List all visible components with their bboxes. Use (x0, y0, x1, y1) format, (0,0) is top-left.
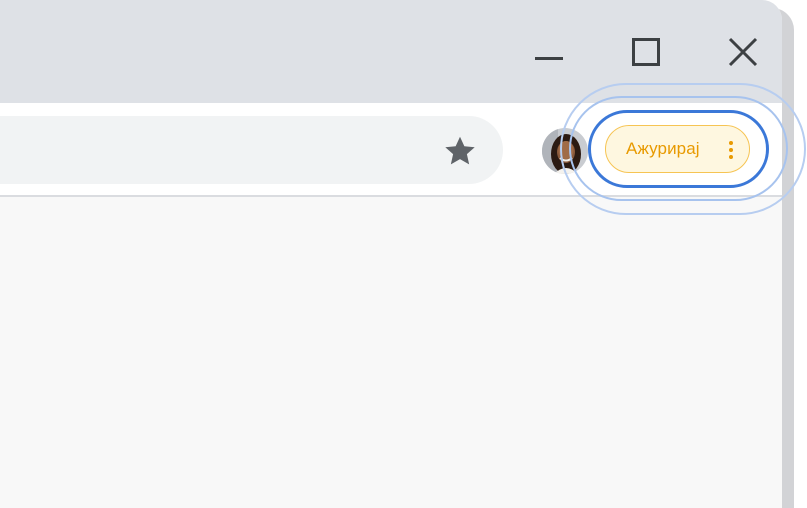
kebab-menu-icon[interactable] (728, 140, 734, 160)
update-button[interactable]: Ажурирај (605, 125, 750, 173)
update-button-label: Ажурирај (626, 139, 700, 158)
browser-window (0, 0, 782, 508)
close-icon (728, 37, 758, 67)
maximize-button[interactable] (618, 24, 674, 80)
minimize-button[interactable] (521, 24, 577, 80)
toolbar-divider (0, 195, 782, 197)
profile-avatar-image (542, 128, 588, 174)
maximize-icon (632, 38, 660, 66)
title-bar (0, 0, 782, 103)
avatar[interactable] (542, 128, 588, 174)
address-bar[interactable] (0, 116, 503, 184)
star-icon[interactable] (442, 133, 478, 169)
minimize-icon (535, 57, 563, 60)
close-button[interactable] (715, 24, 771, 80)
screenshot-stage: Ажурирај (0, 0, 807, 508)
